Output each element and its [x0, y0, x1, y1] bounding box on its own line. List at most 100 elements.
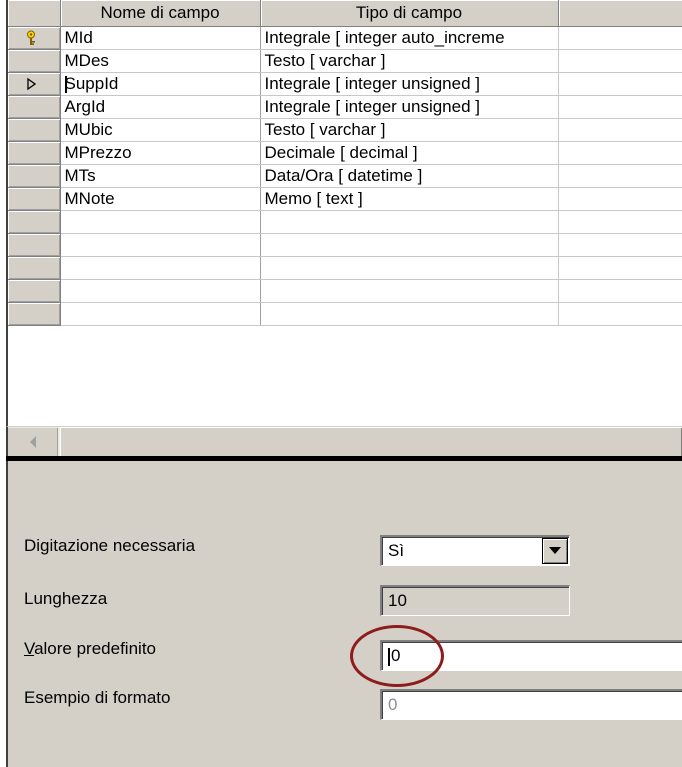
- field-name-text: MNote: [64, 188, 115, 208]
- column-header-field-type[interactable]: Tipo di campo: [260, 0, 559, 27]
- table-row[interactable]: MTs Data/Ora [ datetime ]: [8, 164, 682, 188]
- field-name-cell[interactable]: [60, 302, 261, 326]
- row-selector[interactable]: [8, 49, 61, 73]
- field-grid-area: Nome di campo Tipo di campo MId Integrale…: [6, 0, 682, 457]
- field-description-cell[interactable]: [558, 49, 682, 73]
- field-type-cell[interactable]: Integrale [ integer unsigned ]: [260, 72, 559, 96]
- horizontal-scroll-track[interactable]: [60, 427, 682, 457]
- field-type-cell[interactable]: Testo [ varchar ]: [260, 118, 559, 142]
- field-grid: Nome di campo Tipo di campo MId Integrale…: [6, 0, 682, 426]
- field-name-cell[interactable]: MUbic: [60, 118, 261, 142]
- table-row[interactable]: [8, 279, 682, 303]
- field-name-text: MPrezzo: [64, 142, 132, 162]
- field-name-text: MTs: [64, 165, 96, 185]
- field-type-cell[interactable]: [260, 233, 559, 257]
- field-description-cell[interactable]: [558, 187, 682, 211]
- row-selector[interactable]: [8, 72, 61, 96]
- length-label: Lunghezza: [24, 589, 108, 608]
- field-name-text: MId: [64, 27, 93, 47]
- required-label: Digitazione necessaria: [24, 536, 196, 555]
- length-value: 10: [388, 591, 407, 610]
- row-selector[interactable]: [8, 141, 61, 165]
- field-type-cell[interactable]: [260, 279, 559, 303]
- default-value-label: Valore predefinito: [24, 639, 156, 659]
- table-row[interactable]: MPrezzo Decimale [ decimal ]: [8, 141, 682, 165]
- field-name-cell[interactable]: MId: [60, 26, 261, 50]
- field-description-cell[interactable]: [558, 118, 682, 142]
- field-name-cell[interactable]: MPrezzo: [60, 141, 261, 165]
- row-selector-header[interactable]: [8, 0, 61, 27]
- column-header-field-name[interactable]: Nome di campo: [60, 0, 261, 27]
- row-selector[interactable]: [8, 279, 61, 303]
- field-type-cell[interactable]: Data/Ora [ datetime ]: [260, 164, 559, 188]
- row-selector[interactable]: [8, 26, 61, 50]
- field-name-cell[interactable]: [60, 256, 261, 280]
- field-type-cell[interactable]: Integrale [ integer unsigned ]: [260, 95, 559, 119]
- table-row[interactable]: MUbic Testo [ varchar ]: [8, 118, 682, 142]
- field-properties-panel: Digitazione necessaria Sì Lunghezza 10 V…: [6, 461, 682, 767]
- length-field[interactable]: 10: [380, 585, 570, 616]
- table-header-row: Nome di campo Tipo di campo: [8, 0, 682, 27]
- horizontal-scrollbar[interactable]: [6, 426, 682, 457]
- table-row[interactable]: [8, 256, 682, 280]
- field-description-cell[interactable]: [558, 164, 682, 188]
- format-example-text: 0: [388, 695, 398, 714]
- field-description-cell[interactable]: [558, 256, 682, 280]
- field-name-cell[interactable]: SuppId: [60, 72, 261, 96]
- field-name-cell[interactable]: MDes: [60, 49, 261, 73]
- field-description-cell[interactable]: [558, 302, 682, 326]
- row-selector[interactable]: [8, 256, 61, 280]
- field-type-cell[interactable]: [260, 302, 559, 326]
- table-row[interactable]: SuppId Integrale [ integer unsigned ]: [8, 72, 682, 96]
- field-description-cell[interactable]: [558, 210, 682, 234]
- field-type-cell[interactable]: Testo [ varchar ]: [260, 49, 559, 73]
- field-type-cell[interactable]: [260, 210, 559, 234]
- table-row[interactable]: [8, 233, 682, 257]
- table-row[interactable]: MId Integrale [ integer auto_increme: [8, 26, 682, 50]
- table-row[interactable]: [8, 210, 682, 234]
- dropdown-button[interactable]: [542, 538, 568, 564]
- field-description-cell[interactable]: [558, 26, 682, 50]
- chevron-down-icon: [549, 547, 561, 554]
- field-type-cell[interactable]: [260, 256, 559, 280]
- current-row-arrow-icon: [24, 76, 38, 92]
- required-dropdown[interactable]: Sì: [380, 535, 570, 566]
- row-selector[interactable]: [8, 164, 61, 188]
- field-type-cell[interactable]: Memo [ text ]: [260, 187, 559, 211]
- field-table: Nome di campo Tipo di campo MId Integrale…: [8, 0, 682, 326]
- field-name-cell[interactable]: MTs: [60, 164, 261, 188]
- field-description-cell[interactable]: [558, 141, 682, 165]
- field-description-cell[interactable]: [558, 95, 682, 119]
- required-value: Sì: [388, 541, 405, 560]
- arrow-left-icon: [29, 436, 36, 448]
- default-value-text: 0: [391, 646, 401, 665]
- format-example-label: Esempio di formato: [24, 688, 171, 707]
- row-selector[interactable]: [8, 187, 61, 211]
- row-selector[interactable]: [8, 95, 61, 119]
- default-value-label-text: alore predefinito: [34, 639, 156, 658]
- column-header-extra[interactable]: [558, 0, 682, 27]
- table-row[interactable]: ArgId Integrale [ integer unsigned ]: [8, 95, 682, 119]
- field-type-cell[interactable]: Decimale [ decimal ]: [260, 141, 559, 165]
- table-row[interactable]: [8, 302, 682, 326]
- field-description-cell[interactable]: [558, 233, 682, 257]
- row-selector[interactable]: [8, 302, 61, 326]
- table-row[interactable]: MNote Memo [ text ]: [8, 187, 682, 211]
- field-name-cell[interactable]: [60, 233, 261, 257]
- default-value-input[interactable]: 0: [380, 640, 682, 671]
- field-name-text: ArgId: [64, 96, 106, 116]
- field-name-cell[interactable]: MNote: [60, 187, 261, 211]
- field-name-cell[interactable]: [60, 279, 261, 303]
- table-row[interactable]: MDes Testo [ varchar ]: [8, 49, 682, 73]
- field-name-cell[interactable]: ArgId: [60, 95, 261, 119]
- scroll-left-button[interactable]: [8, 428, 58, 456]
- format-example-input[interactable]: 0: [380, 689, 682, 720]
- row-selector[interactable]: [8, 118, 61, 142]
- field-type-cell[interactable]: Integrale [ integer auto_increme: [260, 26, 559, 50]
- field-description-cell[interactable]: [558, 72, 682, 96]
- field-description-cell[interactable]: [558, 279, 682, 303]
- field-name-cell[interactable]: [60, 210, 261, 234]
- row-selector[interactable]: [8, 233, 61, 257]
- row-selector[interactable]: [8, 210, 61, 234]
- key-icon: [24, 30, 38, 46]
